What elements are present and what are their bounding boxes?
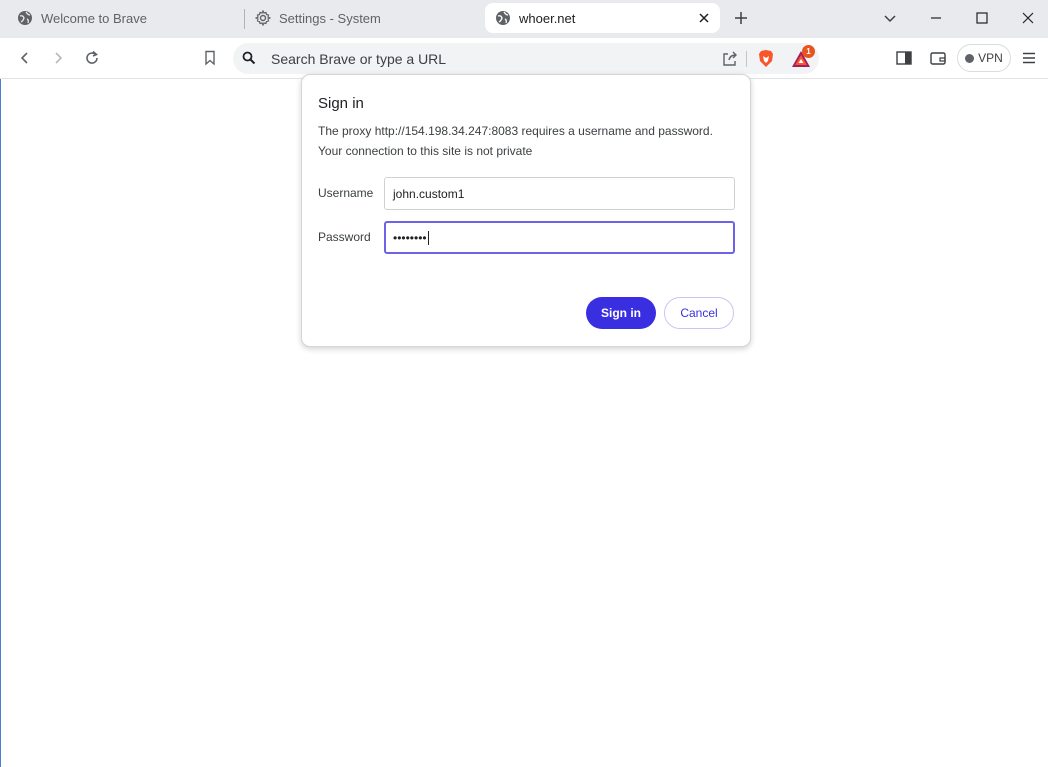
sidebar-toggle-icon[interactable]: [894, 48, 914, 68]
share-icon[interactable]: [720, 49, 740, 69]
password-value: ••••••••: [393, 230, 427, 245]
dialog-message: The proxy http://154.198.34.247:8083 req…: [318, 124, 713, 138]
globe-icon: [495, 10, 511, 26]
forward-button[interactable]: [48, 48, 68, 68]
brave-shields-icon[interactable]: [756, 49, 776, 69]
search-icon: [241, 50, 257, 66]
address-placeholder: Search Brave or type a URL: [271, 51, 447, 67]
dialog-title: Sign in: [318, 95, 364, 112]
reload-button[interactable]: [82, 48, 102, 68]
tab-title: Settings - System: [279, 10, 381, 26]
proxy-auth-dialog: Sign in The proxy http://154.198.34.247:…: [301, 74, 751, 347]
maximize-button[interactable]: [972, 8, 992, 28]
globe-icon: [17, 10, 33, 26]
menu-icon[interactable]: [1019, 48, 1039, 68]
tab-welcome[interactable]: Welcome to Brave: [17, 3, 237, 33]
rewards-badge: 1: [802, 45, 815, 58]
toolbar: Search Brave or type a URL VPN: [0, 38, 1048, 79]
divider: [746, 51, 747, 67]
password-field[interactable]: ••••••••: [384, 221, 735, 254]
vpn-label: VPN: [978, 51, 1003, 65]
tab-title: Welcome to Brave: [41, 10, 147, 26]
minimize-button[interactable]: [926, 8, 946, 28]
vpn-button[interactable]: VPN: [957, 44, 1011, 72]
bookmark-icon[interactable]: [200, 48, 220, 68]
cancel-button[interactable]: Cancel: [664, 297, 734, 329]
wallet-icon[interactable]: [928, 48, 948, 68]
text-caret: [427, 230, 429, 245]
tab-search-chevron-icon[interactable]: [880, 8, 900, 28]
tab-whoer[interactable]: whoer.net: [485, 3, 720, 33]
dialog-warning: Your connection to this site is not priv…: [318, 144, 533, 158]
gear-icon: [255, 10, 271, 26]
tab-strip: Welcome to Brave Settings - System whoer…: [0, 0, 1048, 38]
sign-in-button[interactable]: Sign in: [586, 297, 656, 329]
window-edge: [0, 79, 1, 767]
close-window-button[interactable]: [1018, 8, 1038, 28]
username-label: Username: [318, 186, 374, 200]
username-value: john.custom1: [393, 186, 465, 201]
address-bar[interactable]: Search Brave or type a URL: [233, 43, 819, 74]
new-tab-button[interactable]: [731, 8, 751, 28]
username-field[interactable]: john.custom1: [384, 177, 735, 210]
back-button[interactable]: [15, 48, 35, 68]
tab-title: whoer.net: [519, 10, 576, 26]
tab-settings[interactable]: Settings - System: [255, 3, 475, 33]
password-label: Password: [318, 230, 371, 244]
close-icon[interactable]: [696, 10, 712, 26]
vpn-status-icon: [965, 53, 975, 63]
tab-separator: [244, 9, 245, 29]
